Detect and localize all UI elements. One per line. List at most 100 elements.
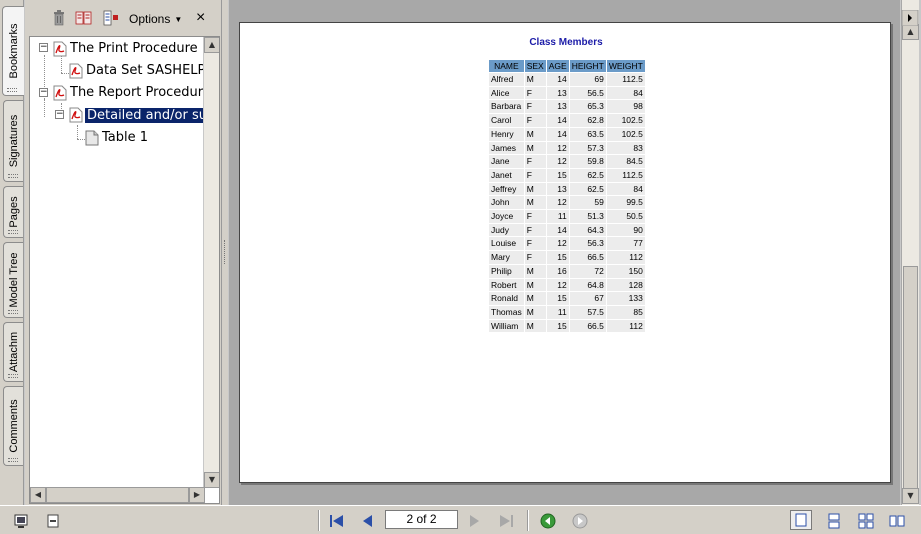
continuous-view-icon[interactable] — [826, 513, 842, 529]
table-cell: 90 — [606, 223, 645, 237]
tab-bookmarks[interactable]: Bookmarks — [2, 6, 24, 96]
tree-line — [77, 125, 78, 139]
tab-grip — [8, 310, 18, 314]
scroll-left-icon[interactable]: ◀ — [30, 487, 46, 503]
tree-line — [61, 73, 69, 74]
options-menu-button[interactable]: Options ▼ — [129, 12, 182, 26]
single-page-view-icon[interactable] — [790, 510, 812, 530]
panel-splitter[interactable] — [222, 0, 228, 505]
scroll-right-icon[interactable]: ▶ — [189, 487, 205, 503]
table-cell: 66.5 — [569, 319, 606, 333]
last-page-icon[interactable] — [497, 513, 513, 529]
table-row: Henry M 14 63.5 102.5 — [489, 127, 645, 141]
table-cell: 84.5 — [606, 155, 645, 168]
table-cell: 16 — [546, 264, 569, 278]
table-cell: F — [524, 114, 546, 127]
table-cell: 50.5 — [606, 210, 645, 223]
status-bar: 2 of 2 — [0, 505, 921, 534]
tab-attachments[interactable]: Attachm — [3, 322, 23, 382]
bookmark-item-selected[interactable]: Detailed and/or sumi — [83, 107, 219, 125]
bookmark-item[interactable]: Table 1 — [102, 129, 148, 147]
tree-vertical-scrollbar[interactable]: ▲ ▼ — [203, 37, 219, 488]
pdf-bookmark-icon — [53, 85, 67, 101]
page-number-field[interactable]: 2 of 2 — [385, 510, 458, 529]
table-row: Judy F 14 64.3 90 — [489, 223, 645, 237]
table-row: Janet F 15 62.5 112.5 — [489, 168, 645, 182]
table-cell: 62.5 — [569, 182, 606, 196]
previous-view-icon[interactable] — [540, 513, 556, 529]
table-cell: M — [524, 292, 546, 305]
tab-signatures[interactable]: Signatures — [3, 100, 23, 182]
tab-model-tree[interactable]: Model Tree — [3, 242, 23, 318]
table-cell: 112.5 — [606, 168, 645, 182]
scroll-down-icon[interactable]: ▼ — [204, 472, 219, 488]
table-cell: Jane — [489, 155, 524, 168]
screen-icon[interactable] — [13, 513, 29, 529]
tree-line — [61, 55, 62, 73]
table-row: Mary F 15 66.5 112 — [489, 251, 645, 264]
report-title: Class Members — [529, 37, 603, 48]
trash-icon[interactable] — [50, 9, 68, 27]
collapse-toggle[interactable]: − — [39, 88, 48, 97]
tab-pages[interactable]: Pages — [3, 186, 23, 238]
bookmark-tree[interactable]: − The Print Procedure Data Set SASHELP. … — [29, 36, 220, 504]
column-header: SEX — [524, 60, 546, 72]
tab-comments[interactable]: Comments — [3, 386, 23, 466]
table-row: Philip M 16 72 150 — [489, 264, 645, 278]
table-cell: 62.5 — [569, 168, 606, 182]
table-cell: 150 — [606, 264, 645, 278]
table-cell: 85 — [606, 305, 645, 319]
page-options-icon[interactable] — [45, 513, 61, 529]
table-cell: 12 — [546, 155, 569, 168]
table-cell: Louise — [489, 237, 524, 251]
table-cell: 12 — [546, 196, 569, 210]
table-page-icon — [85, 130, 99, 146]
table-cell: 112 — [606, 251, 645, 264]
continuous-facing-view-icon[interactable] — [858, 513, 874, 529]
collapse-toggle[interactable]: − — [55, 110, 64, 119]
table-row: William M 15 66.5 112 — [489, 319, 645, 333]
table-cell: F — [524, 100, 546, 114]
next-page-icon[interactable] — [466, 513, 482, 529]
first-page-icon[interactable] — [328, 513, 344, 529]
collapse-toggle[interactable]: − — [39, 43, 48, 52]
close-panel-icon[interactable]: × — [196, 9, 205, 27]
scroll-thumb[interactable] — [903, 266, 918, 490]
separator — [318, 510, 320, 531]
table-cell: 67 — [569, 292, 606, 305]
document-vertical-scrollbar[interactable]: ▲ ▼ — [901, 0, 919, 505]
new-bookmark-icon[interactable] — [75, 9, 93, 27]
table-cell: 112.5 — [606, 73, 645, 86]
table-cell: 11 — [546, 305, 569, 319]
table-cell: Alice — [489, 86, 524, 100]
pdf-bookmark-icon — [53, 41, 67, 57]
table-cell: F — [524, 155, 546, 168]
facing-view-icon[interactable] — [889, 513, 905, 529]
expand-bookmark-icon[interactable] — [102, 9, 120, 27]
table-cell: 128 — [606, 278, 645, 292]
table-cell: 13 — [546, 182, 569, 196]
scroll-down-icon[interactable]: ▼ — [902, 488, 919, 504]
scroll-track — [204, 53, 219, 472]
document-viewport[interactable]: Class Members NAME SEX AGE HEIGHT WEIGHT… — [229, 0, 900, 505]
table-cell: 63.5 — [569, 127, 606, 141]
bookmark-item[interactable]: Data Set SASHELP. — [86, 62, 207, 80]
table-cell: 64.8 — [569, 278, 606, 292]
scroll-up-icon[interactable]: ▲ — [902, 24, 919, 40]
next-view-icon[interactable] — [572, 513, 588, 529]
scroll-up-icon[interactable]: ▲ — [204, 37, 219, 53]
bookmark-item[interactable]: The Print Procedure — [70, 40, 198, 58]
table-row: John M 12 59 99.5 — [489, 196, 645, 210]
scroll-thumb[interactable] — [46, 487, 189, 503]
table-cell: 102.5 — [606, 114, 645, 127]
bookmark-item[interactable]: The Report Procedure — [70, 84, 211, 102]
table-cell: 56.5 — [569, 86, 606, 100]
previous-page-icon[interactable] — [360, 513, 376, 529]
table-cell: Robert — [489, 278, 524, 292]
table-cell: 69 — [569, 73, 606, 86]
tree-horizontal-scrollbar[interactable]: ◀ ▶ — [30, 487, 205, 503]
table-cell: 66.5 — [569, 251, 606, 264]
table-header-row: NAME SEX AGE HEIGHT WEIGHT — [489, 60, 645, 72]
table-cell: F — [524, 168, 546, 182]
expand-toolbar-icon[interactable] — [901, 9, 919, 27]
